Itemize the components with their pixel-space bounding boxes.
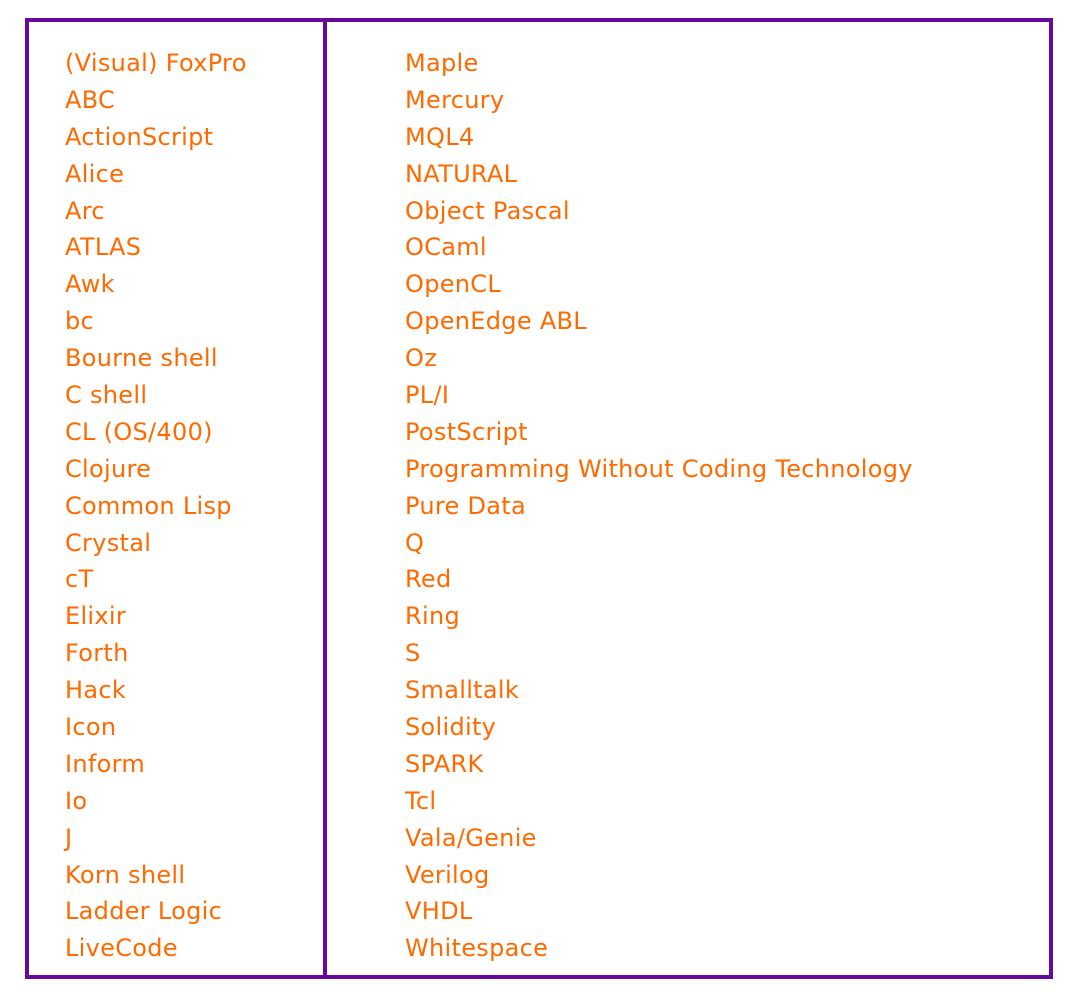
language-item: VHDL bbox=[405, 897, 473, 926]
language-item: Whitespace bbox=[405, 934, 549, 963]
language-item: Maple bbox=[405, 49, 479, 77]
language-item: Korn shell bbox=[65, 860, 186, 889]
language-item: cT bbox=[65, 565, 94, 594]
language-item: ABC bbox=[65, 85, 116, 114]
language-item: Tcl bbox=[405, 786, 437, 815]
language-item: Clojure bbox=[65, 454, 152, 483]
language-item: CL (OS/400) bbox=[65, 417, 213, 446]
language-item: Vala/Genie bbox=[405, 823, 537, 852]
language-item: Ring bbox=[405, 602, 460, 631]
language-item: OpenEdge ABL bbox=[405, 307, 587, 336]
language-item: Alice bbox=[65, 159, 125, 188]
language-item: Inform bbox=[65, 749, 146, 778]
language-item: Smalltalk bbox=[405, 676, 520, 705]
language-item: SPARK bbox=[405, 749, 484, 778]
language-item: Ladder Logic bbox=[65, 897, 223, 926]
right-column: Maple Mercury MQL4 NATURAL Object Pascal OCam… bbox=[405, 45, 913, 967]
language-item: NATURAL bbox=[405, 159, 518, 188]
language-item: Programming Without Coding Technology bbox=[405, 454, 913, 483]
language-item: (Visual) FoxPro bbox=[65, 49, 247, 77]
language-item: Object Pascal bbox=[405, 196, 570, 225]
column-divider bbox=[323, 18, 327, 979]
left-column: (Visual) FoxPro ABC ActionScript Alice Arc AT… bbox=[65, 45, 247, 967]
language-item: Solidity bbox=[405, 713, 497, 742]
language-item: Forth bbox=[65, 639, 129, 668]
language-item: Oz bbox=[405, 344, 438, 373]
language-item: Pure Data bbox=[405, 491, 527, 520]
language-item: Verilog bbox=[405, 860, 490, 889]
language-item: ActionScript bbox=[65, 122, 214, 151]
language-item: OpenCL bbox=[405, 270, 502, 299]
language-item: Common Lisp bbox=[65, 491, 232, 520]
language-item: Hack bbox=[65, 676, 127, 705]
language-item: J bbox=[65, 823, 73, 852]
language-item: PL/I bbox=[405, 381, 450, 410]
language-item: PostScript bbox=[405, 417, 528, 446]
language-item: MQL4 bbox=[405, 122, 475, 151]
language-item: Elixir bbox=[65, 602, 127, 631]
language-item: Q bbox=[405, 528, 425, 557]
language-item: Io bbox=[65, 786, 88, 815]
language-item: LiveCode bbox=[65, 934, 178, 963]
language-item: C shell bbox=[65, 381, 148, 410]
language-item: bc bbox=[65, 307, 95, 336]
language-item: ATLAS bbox=[65, 233, 142, 262]
language-item: Bourne shell bbox=[65, 344, 218, 373]
language-item: OCaml bbox=[405, 233, 487, 262]
language-item: Mercury bbox=[405, 85, 505, 114]
language-item: S bbox=[405, 639, 421, 668]
language-item: Red bbox=[405, 565, 452, 594]
language-item: Crystal bbox=[65, 528, 152, 557]
language-item: Awk bbox=[65, 270, 115, 299]
language-item: Arc bbox=[65, 196, 105, 225]
language-item: Icon bbox=[65, 713, 117, 742]
